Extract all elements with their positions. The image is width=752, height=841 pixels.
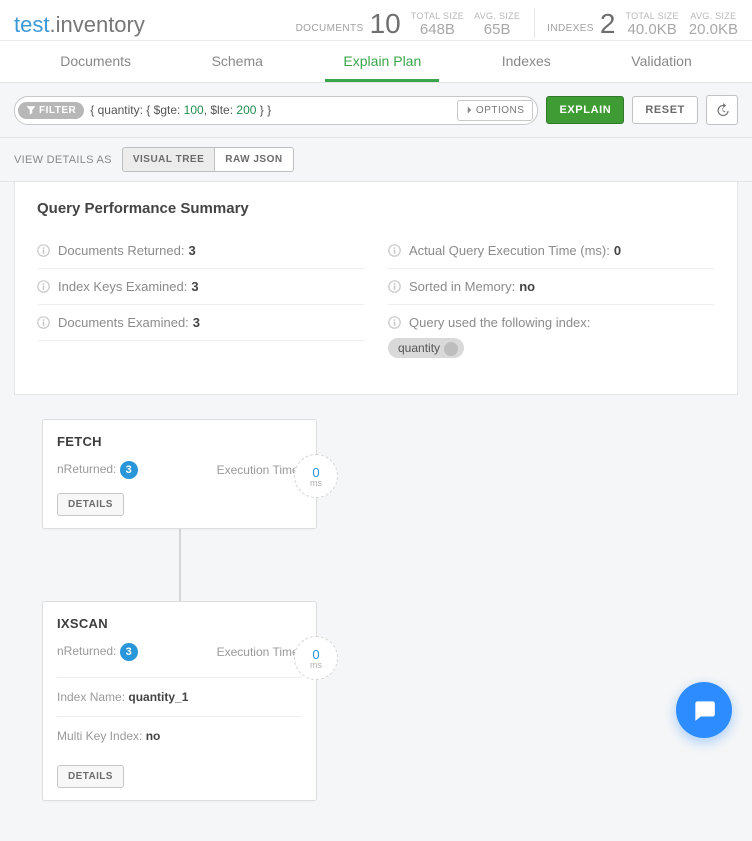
row-exec-time: Actual Query Execution Time (ms):0 [388,233,715,269]
details-button[interactable]: DETAILS [57,765,124,788]
visual-tree-button[interactable]: VISUAL TREE [123,148,214,171]
execution-clock: 0ms [294,636,338,680]
query-toolbar: FILTER { quantity: { $gte: 100, $lte: 20… [0,82,752,138]
index-pill: quantity [388,338,464,358]
tab-bar: Documents Schema Explain Plan Indexes Va… [0,41,752,82]
chat-icon [691,697,717,723]
tab-explain-plan[interactable]: Explain Plan [325,41,439,82]
tab-documents[interactable]: Documents [42,41,149,82]
row-keys-examined: Index Keys Examined:3 [37,269,364,305]
info-icon [388,316,401,329]
nreturned-pill: 3 [120,461,138,479]
filter-input[interactable]: FILTER { quantity: { $gte: 100, $lte: 20… [14,96,538,125]
row-docs-returned: Documents Returned:3 [37,233,364,269]
row-sorted: Sorted in Memory:no [388,269,715,305]
stage-tree: FETCH nReturned: 3 Execution Time: 0ms D… [0,395,752,841]
view-details-bar: VIEW DETAILS AS VISUAL TREE RAW JSON [0,138,752,182]
view-mode-toggle: VISUAL TREE RAW JSON [122,147,294,172]
row-docs-examined: Documents Examined:3 [37,305,364,341]
history-button[interactable] [706,95,738,125]
caret-right-icon [466,106,473,114]
documents-count: 10 [370,10,401,38]
explain-button[interactable]: EXPLAIN [546,96,624,124]
row-index-used: Query used the following index: quantity [388,305,715,368]
view-details-label: VIEW DETAILS AS [14,154,112,166]
raw-json-button[interactable]: RAW JSON [214,148,292,171]
options-button[interactable]: OPTIONS [457,100,534,121]
tab-schema[interactable]: Schema [194,41,281,82]
row-multikey: Multi Key Index: no [57,716,302,755]
tab-validation[interactable]: Validation [613,41,709,82]
row-index-name: Index Name: quantity_1 [57,677,302,716]
documents-label: DOCUMENTS [296,23,364,38]
nreturned-pill: 3 [120,643,138,661]
filter-text: { quantity: { $gte: 100, $lte: 200 } } [84,103,457,117]
summary-panel: Query Performance Summary Documents Retu… [14,182,738,395]
tree-connector [179,529,181,601]
chat-fab[interactable] [676,682,732,738]
funnel-icon [26,105,36,115]
collection-stats: DOCUMENTS 10 TOTAL SIZE648B AVG. SIZE65B… [284,8,738,38]
info-icon [388,244,401,257]
reset-button[interactable]: RESET [632,96,698,124]
info-icon [37,280,50,293]
indexes-label: INDEXES [547,23,594,38]
namespace: test.inventory [14,12,284,38]
info-icon [37,316,50,329]
details-button[interactable]: DETAILS [57,493,124,516]
execution-clock: 0ms [294,454,338,498]
history-icon [715,103,730,118]
header-bar: test.inventory DOCUMENTS 10 TOTAL SIZE64… [0,0,752,41]
indexes-count: 2 [600,10,616,38]
filter-badge: FILTER [18,102,84,119]
stage-fetch: FETCH nReturned: 3 Execution Time: 0ms D… [42,419,317,529]
stage-ixscan: IXSCAN nReturned: 3 Execution Time: 0ms … [42,601,317,801]
info-icon [37,244,50,257]
summary-title: Query Performance Summary [37,200,715,217]
info-icon [388,280,401,293]
tab-indexes[interactable]: Indexes [484,41,569,82]
